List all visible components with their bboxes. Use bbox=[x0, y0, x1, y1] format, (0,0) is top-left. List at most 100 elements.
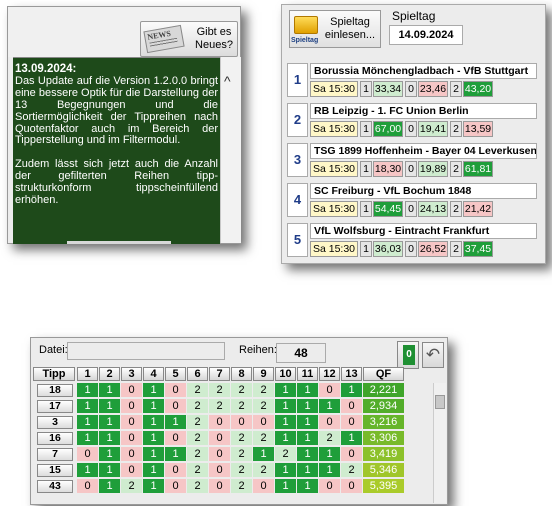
label-1: 1 bbox=[360, 161, 372, 177]
spieltag-einlesen-label: Spieltag einlesen... bbox=[324, 16, 376, 41]
tipp-cell: 0 bbox=[165, 463, 186, 477]
tipp-cell: 1 bbox=[143, 431, 164, 445]
column-header-game[interactable]: 7 bbox=[209, 367, 230, 381]
column-header-game[interactable]: 5 bbox=[165, 367, 186, 381]
tipp-cell: 0 bbox=[209, 479, 230, 493]
tipp-cell: 2 bbox=[231, 479, 252, 493]
qf-cell: 2,221 bbox=[363, 383, 404, 397]
tipp-cell: 1 bbox=[341, 383, 362, 397]
tipp-cell: 2 bbox=[341, 463, 362, 477]
tipp-cell: 1 bbox=[77, 431, 98, 445]
reihen-label: Reihen: bbox=[239, 344, 277, 356]
tipp-cell: 1 bbox=[319, 399, 340, 413]
news-button-label: Gibt es Neues? bbox=[195, 26, 233, 51]
tipp-cell: 1 bbox=[275, 463, 296, 477]
tipp-cell: 2 bbox=[231, 431, 252, 445]
column-header-game[interactable]: 2 bbox=[99, 367, 120, 381]
odds-home: 33,34 bbox=[373, 81, 403, 97]
column-header-game[interactable]: 4 bbox=[143, 367, 164, 381]
news-button[interactable]: Gibt es Neues? bbox=[140, 21, 238, 57]
tipp-cell: 1 bbox=[275, 431, 296, 445]
odds-draw: 23,46 bbox=[418, 81, 448, 97]
scroll-up-icon[interactable]: ^ bbox=[224, 73, 231, 89]
column-header-game[interactable]: 6 bbox=[187, 367, 208, 381]
label-1: 1 bbox=[360, 81, 372, 97]
tipp-cell: 2 bbox=[253, 463, 274, 477]
tipp-cell: 0 bbox=[341, 415, 362, 429]
spieltag-einlesen-button[interactable]: Spieltag Spieltag einlesen... bbox=[289, 10, 381, 48]
tipp-row-id[interactable]: 43 bbox=[37, 480, 73, 493]
column-header-game[interactable]: 12 bbox=[319, 367, 340, 381]
match-time: Sa 15:30 bbox=[310, 161, 358, 177]
odds-away: 43,20 bbox=[463, 81, 493, 97]
qf-cell: 3,306 bbox=[363, 431, 404, 445]
tipp-cell: 2 bbox=[275, 447, 296, 461]
tipp-cell: 0 bbox=[165, 383, 186, 397]
column-header-qf[interactable]: QF bbox=[363, 367, 404, 381]
column-header-game[interactable]: 13 bbox=[341, 367, 362, 381]
label-2: 2 bbox=[450, 161, 462, 177]
column-header-game[interactable]: 1 bbox=[77, 367, 98, 381]
odds-away: 61,81 bbox=[463, 161, 493, 177]
odds-draw: 24,13 bbox=[418, 201, 448, 217]
column-header-game[interactable]: 3 bbox=[121, 367, 142, 381]
tipp-cell: 1 bbox=[99, 431, 120, 445]
tipp-cell: 2 bbox=[187, 463, 208, 477]
column-header-game[interactable]: 11 bbox=[297, 367, 318, 381]
odds-home: 54,45 bbox=[373, 201, 403, 217]
column-header-tipp[interactable]: Tipp bbox=[33, 367, 75, 381]
tipp-row-id[interactable]: 7 bbox=[37, 448, 73, 461]
match-row: 1 Borussia Mönchengladbach - VfB Stuttgar… bbox=[287, 63, 537, 97]
tipp-cell: 0 bbox=[253, 415, 274, 429]
tipp-cell: 1 bbox=[143, 399, 164, 413]
column-header-game[interactable]: 10 bbox=[275, 367, 296, 381]
label-2: 2 bbox=[450, 201, 462, 217]
tipp-row-id[interactable]: 18 bbox=[37, 384, 73, 397]
tipp-cell: 1 bbox=[99, 399, 120, 413]
tipp-cell: 1 bbox=[297, 479, 318, 493]
qf-cell: 5,395 bbox=[363, 479, 404, 493]
tipp-panel: Datei: Reihen: 48 0 ↶ Tipp 1 2 3 4 5 6 7 8 9 10 11 1… bbox=[30, 337, 448, 505]
column-header-game[interactable]: 9 bbox=[253, 367, 274, 381]
folder-icon-label: Spieltag bbox=[291, 37, 319, 44]
column-header-game[interactable]: 8 bbox=[231, 367, 252, 381]
match-title: TSG 1899 Hoffenheim - Bayer 04 Leverkuse… bbox=[310, 143, 537, 159]
news-content: 13.09.2024: Das Update auf die Version 1… bbox=[13, 57, 220, 244]
tipp-cell: 0 bbox=[231, 415, 252, 429]
tipp-cell: 1 bbox=[275, 383, 296, 397]
match-time: Sa 15:30 bbox=[310, 201, 358, 217]
tipp-row-id[interactable]: 16 bbox=[37, 432, 73, 445]
tipp-cell: 2 bbox=[231, 463, 252, 477]
odds-draw: 26,52 bbox=[418, 241, 448, 257]
tipp-cell: 2 bbox=[187, 447, 208, 461]
tipp-cell: 0 bbox=[209, 415, 230, 429]
label-0: 0 bbox=[405, 201, 417, 217]
odds-home: 36,03 bbox=[373, 241, 403, 257]
label-1: 1 bbox=[360, 241, 372, 257]
tipp-row-id[interactable]: 3 bbox=[37, 416, 73, 429]
folder-icon bbox=[294, 16, 318, 34]
newspaper-icon bbox=[143, 24, 185, 54]
scroll-thumb[interactable] bbox=[435, 395, 445, 409]
qf-cell: 5,346 bbox=[363, 463, 404, 477]
spieltag-date: 14.09.2024 bbox=[389, 25, 463, 45]
tipp-cell: 0 bbox=[341, 479, 362, 493]
datei-field[interactable] bbox=[67, 342, 225, 360]
news-toolbar: Gibt es Neues? bbox=[8, 7, 240, 57]
label-2: 2 bbox=[450, 81, 462, 97]
tipp-cell: 2 bbox=[187, 415, 208, 429]
tipp-cell: 0 bbox=[319, 479, 340, 493]
undo-button[interactable]: ↶ bbox=[422, 342, 444, 368]
odds-draw: 19,89 bbox=[418, 161, 448, 177]
tipp-cell: 1 bbox=[99, 415, 120, 429]
tipp-cell: 1 bbox=[275, 399, 296, 413]
tipp-scrollbar[interactable] bbox=[433, 383, 446, 503]
tipp-row-id[interactable]: 15 bbox=[37, 464, 73, 477]
sort-button[interactable]: 0 bbox=[397, 341, 419, 369]
tipp-row-id[interactable]: 17 bbox=[37, 400, 73, 413]
spieltag-heading: Spieltag bbox=[392, 9, 436, 23]
odds-away: 37,45 bbox=[463, 241, 493, 257]
match-title: SC Freiburg - VfL Bochum 1848 bbox=[310, 183, 537, 199]
news-scrollbar[interactable]: ^ bbox=[220, 57, 241, 243]
tipp-cell: 2 bbox=[121, 479, 142, 493]
